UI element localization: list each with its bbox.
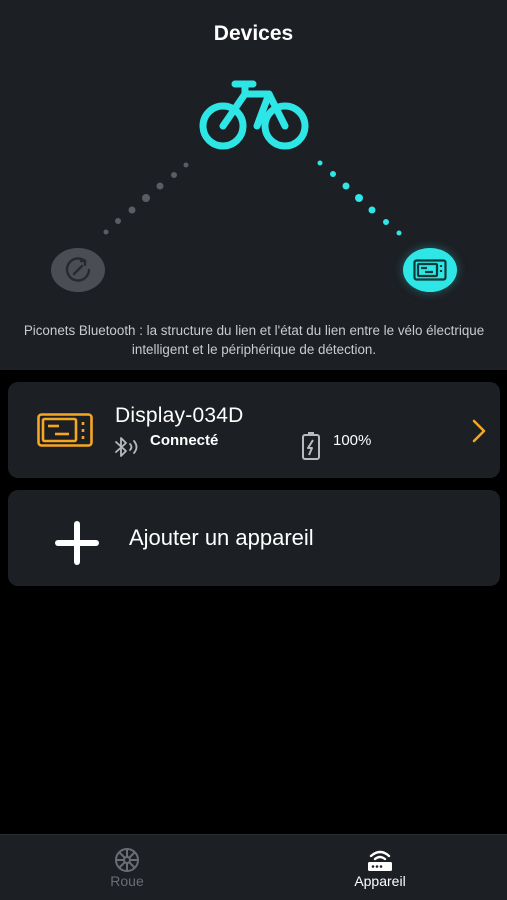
router-icon bbox=[368, 850, 392, 871]
nav-label-roue: Roue bbox=[110, 873, 144, 889]
wheel-sensor-node[interactable] bbox=[51, 248, 105, 292]
plus-icon bbox=[55, 521, 99, 565]
battery-charging-icon bbox=[302, 432, 320, 460]
wheel-icon bbox=[115, 848, 139, 872]
display-device-icon bbox=[413, 259, 447, 281]
topology-description: Piconets Bluetooth : la structure du lie… bbox=[23, 323, 485, 357]
nav-item-appareil[interactable]: Appareil bbox=[305, 835, 455, 900]
wheel-link-dots bbox=[103, 162, 189, 235]
chevron-right-icon[interactable] bbox=[470, 418, 488, 444]
device-card[interactable]: Display-034D Connecté 100% bbox=[8, 382, 500, 478]
nav-item-roue[interactable]: Roue bbox=[52, 835, 202, 900]
display-device-icon bbox=[37, 413, 93, 447]
connection-status: Connecté bbox=[150, 432, 219, 449]
battery-level: 100% bbox=[333, 432, 372, 449]
bicycle-icon bbox=[199, 80, 309, 150]
topology-panel: Devices Piconets Bluetooth: la structur… bbox=[0, 0, 507, 370]
display-device-node[interactable] bbox=[403, 248, 457, 292]
bluetooth-icon bbox=[115, 437, 138, 457]
wheel-sensor-icon bbox=[65, 257, 91, 282]
add-device-label: Ajouter un appareil bbox=[129, 525, 314, 550]
display-link-dots bbox=[317, 160, 402, 236]
device-name: Display-034D bbox=[115, 404, 244, 427]
app-root: Devices Piconets Bluetooth: la structur… bbox=[0, 0, 507, 900]
link-lines bbox=[103, 160, 402, 236]
bottom-nav: Roue Appareil bbox=[0, 834, 507, 900]
add-device-button[interactable]: Ajouter un appareil bbox=[8, 490, 500, 586]
nav-label-appareil: Appareil bbox=[354, 873, 406, 889]
